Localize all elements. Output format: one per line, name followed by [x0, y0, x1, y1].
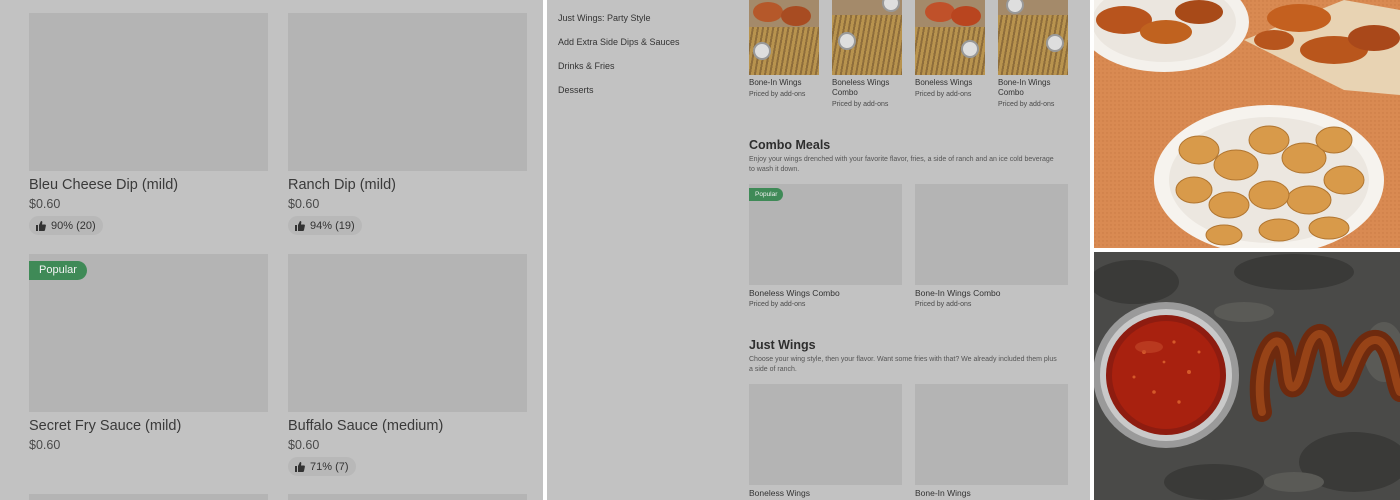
- item-image-placeholder: [288, 494, 527, 500]
- section-title-just-wings: Just Wings: [749, 338, 816, 352]
- menu-page: Just Wings: Party Style Add Extra Side D…: [547, 0, 1090, 500]
- menu-item-card[interactable]: Buffalo Sauce (medium) $0.60 71% (7): [288, 254, 527, 477]
- item-price: $0.60: [29, 197, 61, 211]
- item-image-placeholder: [29, 494, 268, 500]
- item-name: Bone-In Wings Combo: [915, 288, 1001, 298]
- rating-text: 90% (20): [51, 219, 96, 232]
- item-name: Boneless Wings: [915, 78, 973, 87]
- thumbs-up-icon: [295, 461, 305, 472]
- section-description: Enjoy your wings drenched with your favo…: [749, 156, 1054, 173]
- item-image-placeholder: [288, 254, 527, 412]
- item-price-note: Priced by add-ons: [998, 101, 1055, 108]
- rating-text: 94% (19): [310, 219, 355, 232]
- section-title-combo-meals: Combo Meals: [749, 138, 831, 152]
- item-price-note: Priced by add-ons: [832, 101, 889, 108]
- section-description: Choose your wing style, then your flavor…: [749, 356, 1057, 373]
- wings-photo-illustration: [1094, 0, 1400, 248]
- rating-text: 71% (7): [310, 460, 349, 473]
- item-price: $0.60: [29, 438, 61, 452]
- sauce-photo-illustration: [1094, 252, 1400, 500]
- sidebar-item-desserts[interactable]: Desserts: [558, 85, 594, 95]
- item-image-bone-in-wings-combo[interactable]: [998, 0, 1068, 75]
- menu-item-card[interactable]: Popular Secret Fry Sauce (mild) $0.60: [29, 254, 268, 453]
- item-name: Boneless Wings Combo: [832, 78, 890, 97]
- popular-badge: Popular: [749, 188, 784, 201]
- sidebar-item-party-style[interactable]: Just Wings: Party Style: [558, 13, 651, 23]
- dips-sauces-grid: Bleu Cheese Dip (mild) $0.60 90% (20) Ra…: [0, 0, 543, 500]
- item-name: Bleu Cheese Dip (mild): [29, 177, 179, 193]
- thumbs-up-icon: [36, 220, 46, 231]
- menu-item-card[interactable]: Ranch Dip (mild) $0.60 94% (19): [288, 13, 527, 236]
- item-image-placeholder[interactable]: [915, 384, 1068, 485]
- sauce-photo: [1094, 252, 1400, 500]
- item-image-placeholder[interactable]: [915, 184, 1068, 285]
- item-name: Boneless Wings: [749, 488, 810, 498]
- item-price-note: Priced by add-ons: [915, 301, 972, 308]
- rating-pill: 71% (7): [288, 457, 356, 476]
- menu-item-card[interactable]: Bleu Cheese Dip (mild) $0.60 90% (20): [29, 13, 268, 236]
- item-image-placeholder: Popular: [29, 254, 268, 412]
- rating-pill: 90% (20): [29, 216, 103, 235]
- rating-pill: 94% (19): [288, 216, 362, 235]
- item-image-bone-in-wings[interactable]: [749, 0, 819, 75]
- item-name: Ranch Dip (mild): [288, 177, 396, 193]
- item-image-boneless-wings[interactable]: [915, 0, 985, 75]
- item-price: $0.60: [288, 197, 320, 211]
- item-price: $0.60: [288, 438, 320, 452]
- screenshot-collage: Bleu Cheese Dip (mild) $0.60 90% (20) Ra…: [0, 0, 1400, 500]
- item-name: Bone-In Wings: [749, 78, 802, 87]
- item-name: Boneless Wings Combo: [749, 288, 840, 298]
- wings-photo: [1094, 0, 1400, 248]
- item-name: Bone-In Wings Combo: [998, 78, 1051, 97]
- item-name: Secret Fry Sauce (mild): [29, 418, 182, 434]
- sidebar-item-extra-dips[interactable]: Add Extra Side Dips & Sauces: [558, 37, 680, 47]
- item-name: Bone-In Wings: [915, 488, 971, 498]
- item-name: Buffalo Sauce (medium): [288, 418, 444, 434]
- sidebar-item-drinks-fries[interactable]: Drinks & Fries: [558, 61, 615, 71]
- thumbs-up-icon: [295, 220, 305, 231]
- popular-badge: Popular: [29, 261, 87, 280]
- item-price-note: Priced by add-ons: [749, 301, 806, 308]
- item-image-placeholder: [29, 13, 268, 171]
- item-image-placeholder[interactable]: [749, 384, 902, 485]
- item-image-placeholder: [288, 13, 527, 171]
- item-price-note: Priced by add-ons: [749, 91, 806, 98]
- item-price-note: Priced by add-ons: [915, 91, 972, 98]
- item-image-boneless-wings-combo[interactable]: [832, 0, 902, 75]
